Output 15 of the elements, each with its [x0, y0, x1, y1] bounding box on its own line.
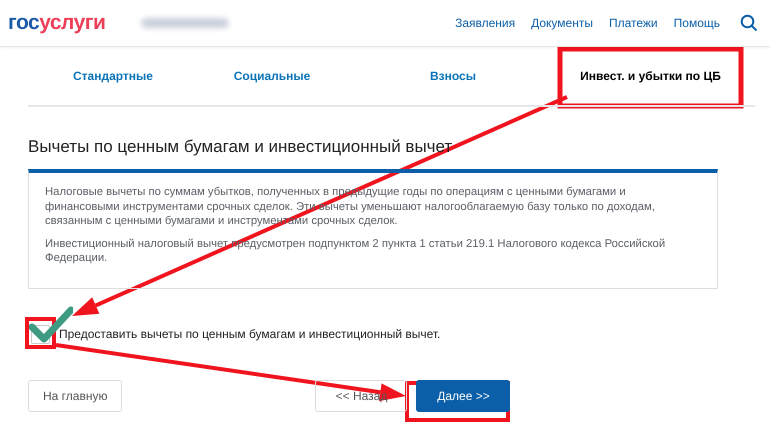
- checkbox-label: Предоставить вычеты по ценным бумагам и инвестиционный вычет.: [59, 327, 440, 341]
- logo[interactable]: госуслуги: [8, 11, 106, 35]
- nav-link[interactable]: Документы: [531, 16, 593, 30]
- nav-link[interactable]: Помощь: [674, 16, 720, 30]
- nav-link[interactable]: Платежи: [608, 16, 658, 30]
- annotation-box: [25, 317, 56, 349]
- next-button[interactable]: Далее >>: [416, 380, 510, 412]
- tab[interactable]: Инвест. и убытки по ЦБ: [560, 69, 741, 83]
- page-heading: Вычеты по ценным бумагам и инвестиционный вычет: [28, 137, 454, 157]
- tab[interactable]: Взносы: [346, 69, 560, 83]
- nav-link[interactable]: Заявления: [455, 16, 516, 30]
- home-button[interactable]: На главную: [28, 380, 122, 412]
- tab[interactable]: Социальные: [198, 69, 346, 83]
- search-icon[interactable]: [740, 14, 758, 32]
- tab[interactable]: Стандартные: [28, 69, 198, 83]
